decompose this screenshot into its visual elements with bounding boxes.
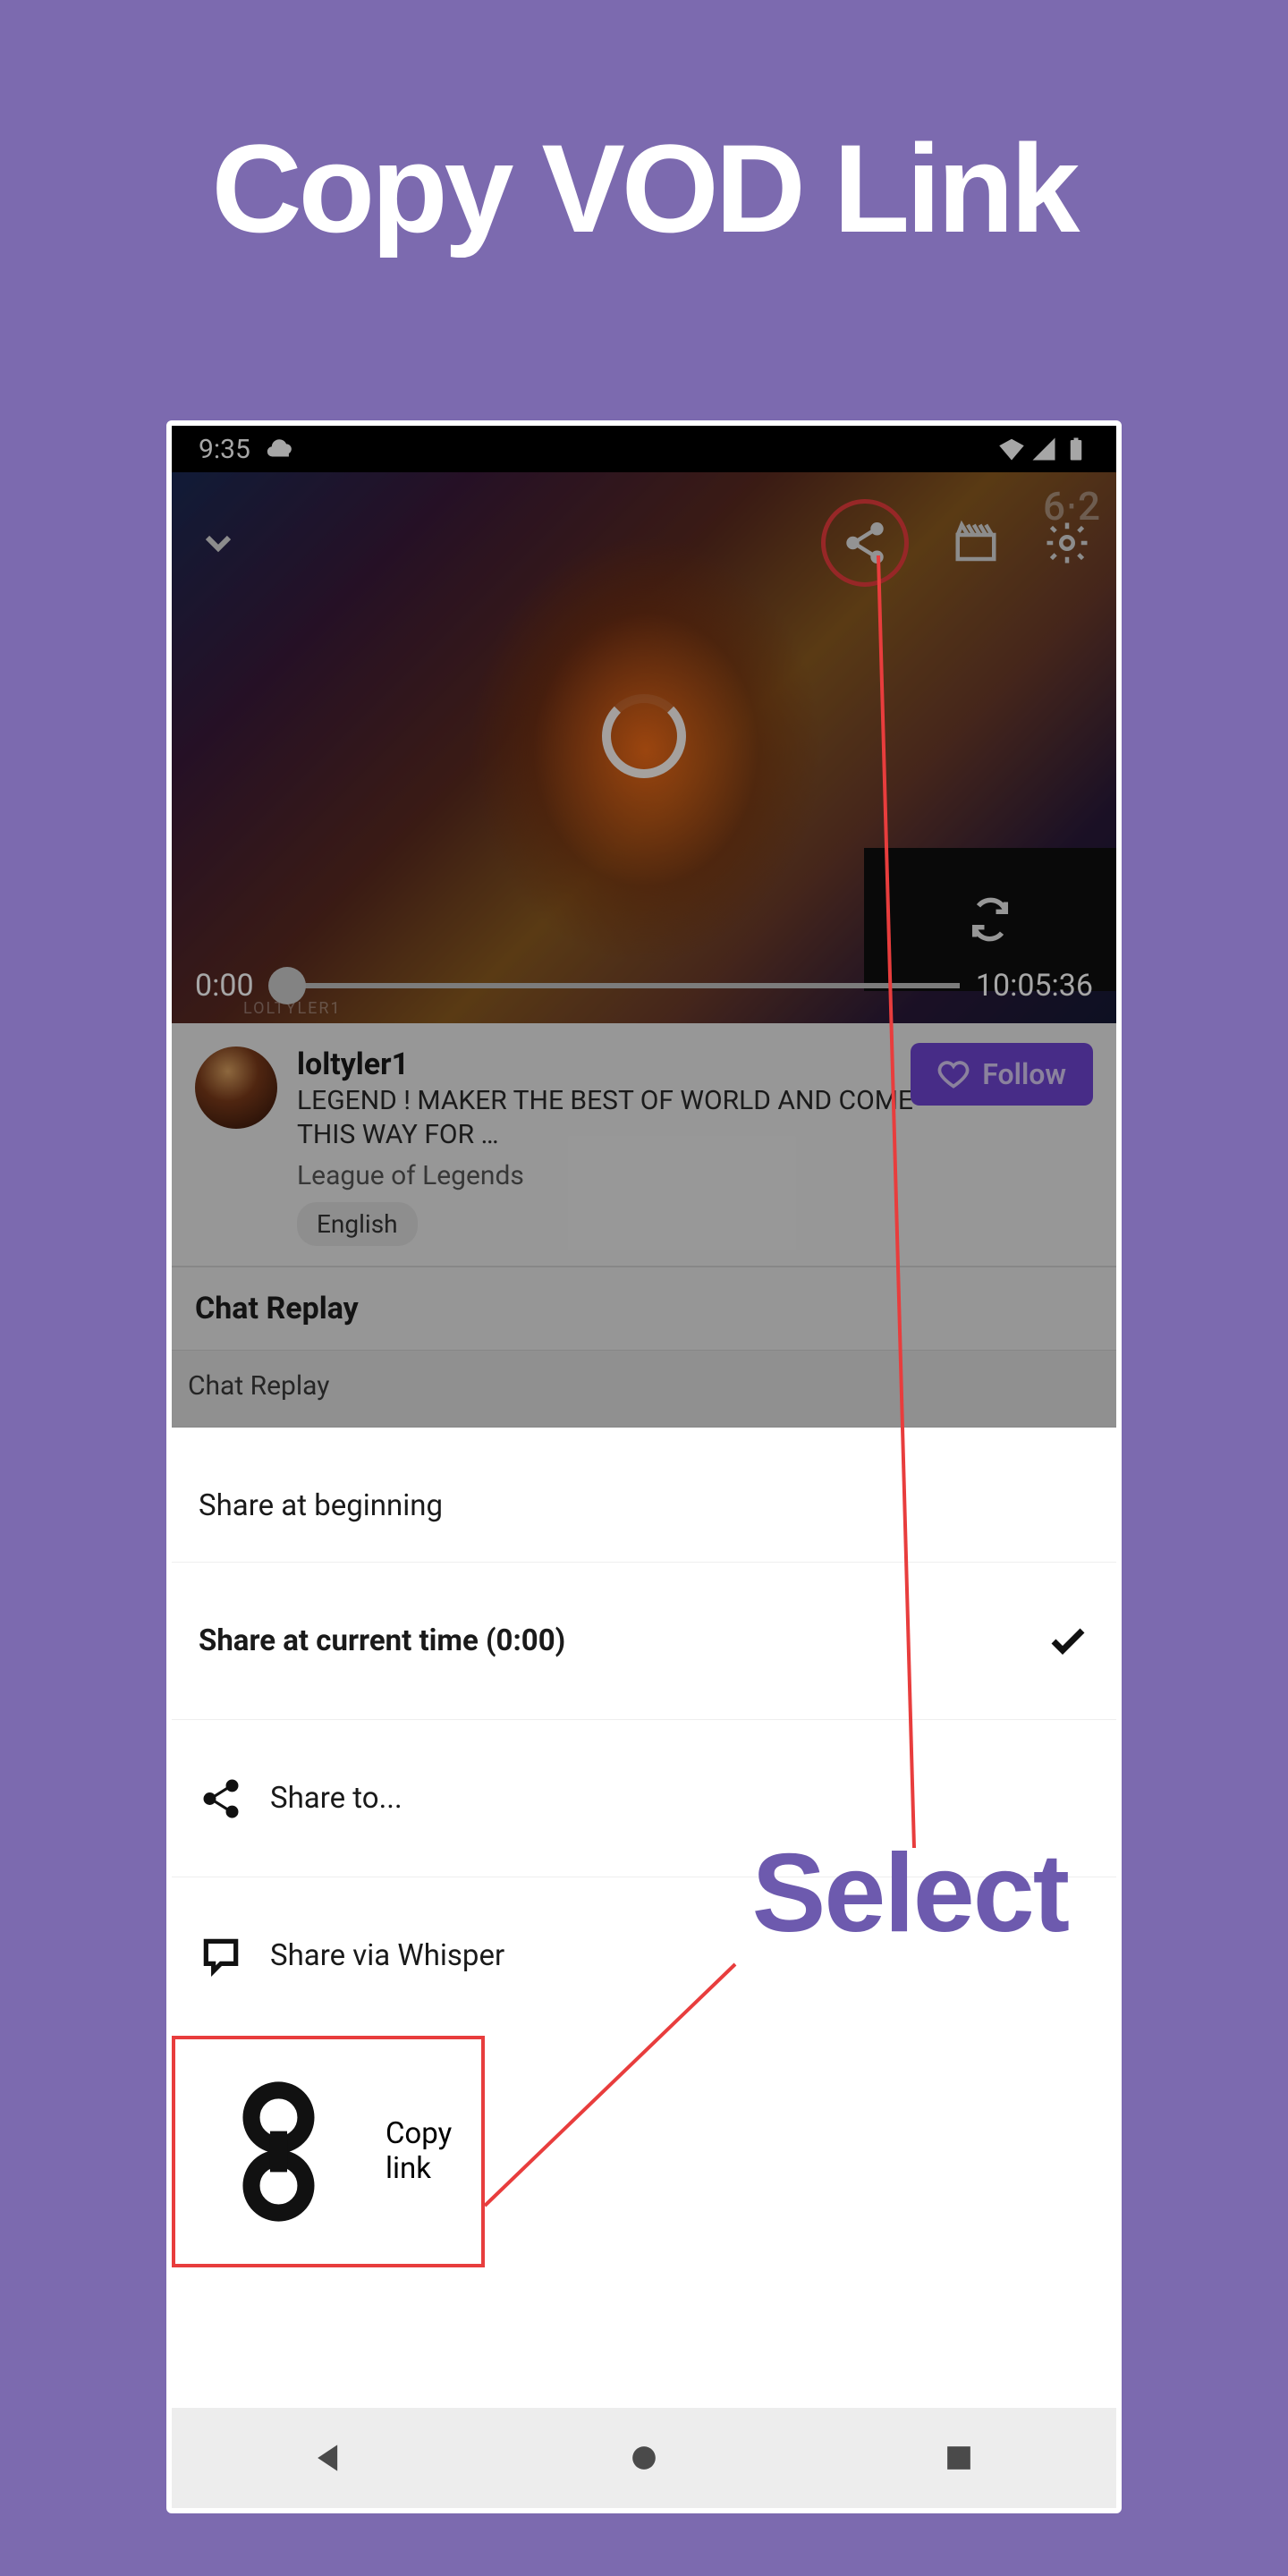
option-label: Share at current time (0:00) (199, 1623, 565, 1658)
follow-button[interactable]: Follow (911, 1043, 1093, 1106)
option-label: Share at beginning (199, 1488, 443, 1523)
loading-spinner (602, 694, 686, 778)
game-name[interactable]: League of Legends (297, 1160, 932, 1191)
battery-icon (1063, 436, 1089, 462)
link-icon (197, 2070, 360, 2233)
signal-icon (1030, 436, 1057, 462)
page-title: Copy VOD Link (0, 116, 1288, 261)
share-at-beginning-option[interactable]: Share at beginning (172, 1428, 1116, 1562)
gear-icon[interactable] (1043, 519, 1091, 567)
chat-replay-body: Chat Replay (172, 1351, 1116, 1428)
option-label: Share via Whisper (270, 1938, 504, 1973)
cloud-icon (265, 434, 295, 464)
total-time: 10:05:36 (976, 968, 1093, 1004)
seek-bar[interactable] (270, 983, 960, 988)
clapperboard-icon[interactable] (952, 519, 1000, 567)
follow-label: Follow (982, 1057, 1066, 1091)
share-icon-highlight (821, 499, 909, 587)
dimmed-content: 9:35 6⋅2 (172, 426, 1116, 1428)
stream-info-panel: loltyler1 LEGEND ! MAKER THE BEST OF WOR… (172, 1023, 1116, 1266)
chat-replay-header: Chat Replay (172, 1266, 1116, 1351)
language-tag[interactable]: English (297, 1202, 418, 1246)
nav-recents-icon[interactable] (939, 2438, 979, 2478)
current-time: 0:00 (195, 968, 254, 1004)
nav-back-icon[interactable] (309, 2438, 349, 2478)
option-label: Copy link (386, 2116, 460, 2186)
seek-thumb[interactable] (268, 967, 306, 1004)
chat-bubble-icon (199, 1934, 243, 1979)
stream-title: LEGEND ! MAKER THE BEST OF WORLD AND COM… (297, 1084, 932, 1151)
channel-name[interactable]: loltyler1 (297, 1046, 932, 1082)
rotate-icon (967, 896, 1013, 943)
option-label: Share to... (270, 1781, 402, 1816)
status-time: 9:35 (199, 434, 250, 465)
copy-link-option[interactable]: Copy link (172, 2036, 485, 2267)
share-icon[interactable] (841, 519, 889, 567)
share-at-current-time-option[interactable]: Share at current time (0:00) (172, 1562, 1116, 1719)
phone-frame: 9:35 6⋅2 (166, 420, 1122, 2513)
status-bar: 9:35 (172, 426, 1116, 472)
select-annotation-label: Select (752, 1830, 1068, 1957)
heart-icon (937, 1058, 970, 1090)
channel-avatar[interactable] (195, 1046, 277, 1129)
android-nav-bar (172, 2408, 1116, 2508)
video-player[interactable]: 6⋅2 (172, 472, 1116, 1023)
share-icon (199, 1776, 243, 1821)
check-icon (1046, 1620, 1089, 1663)
wifi-icon (998, 436, 1025, 462)
nav-home-icon[interactable] (624, 2438, 664, 2478)
chevron-down-icon[interactable] (197, 521, 240, 564)
